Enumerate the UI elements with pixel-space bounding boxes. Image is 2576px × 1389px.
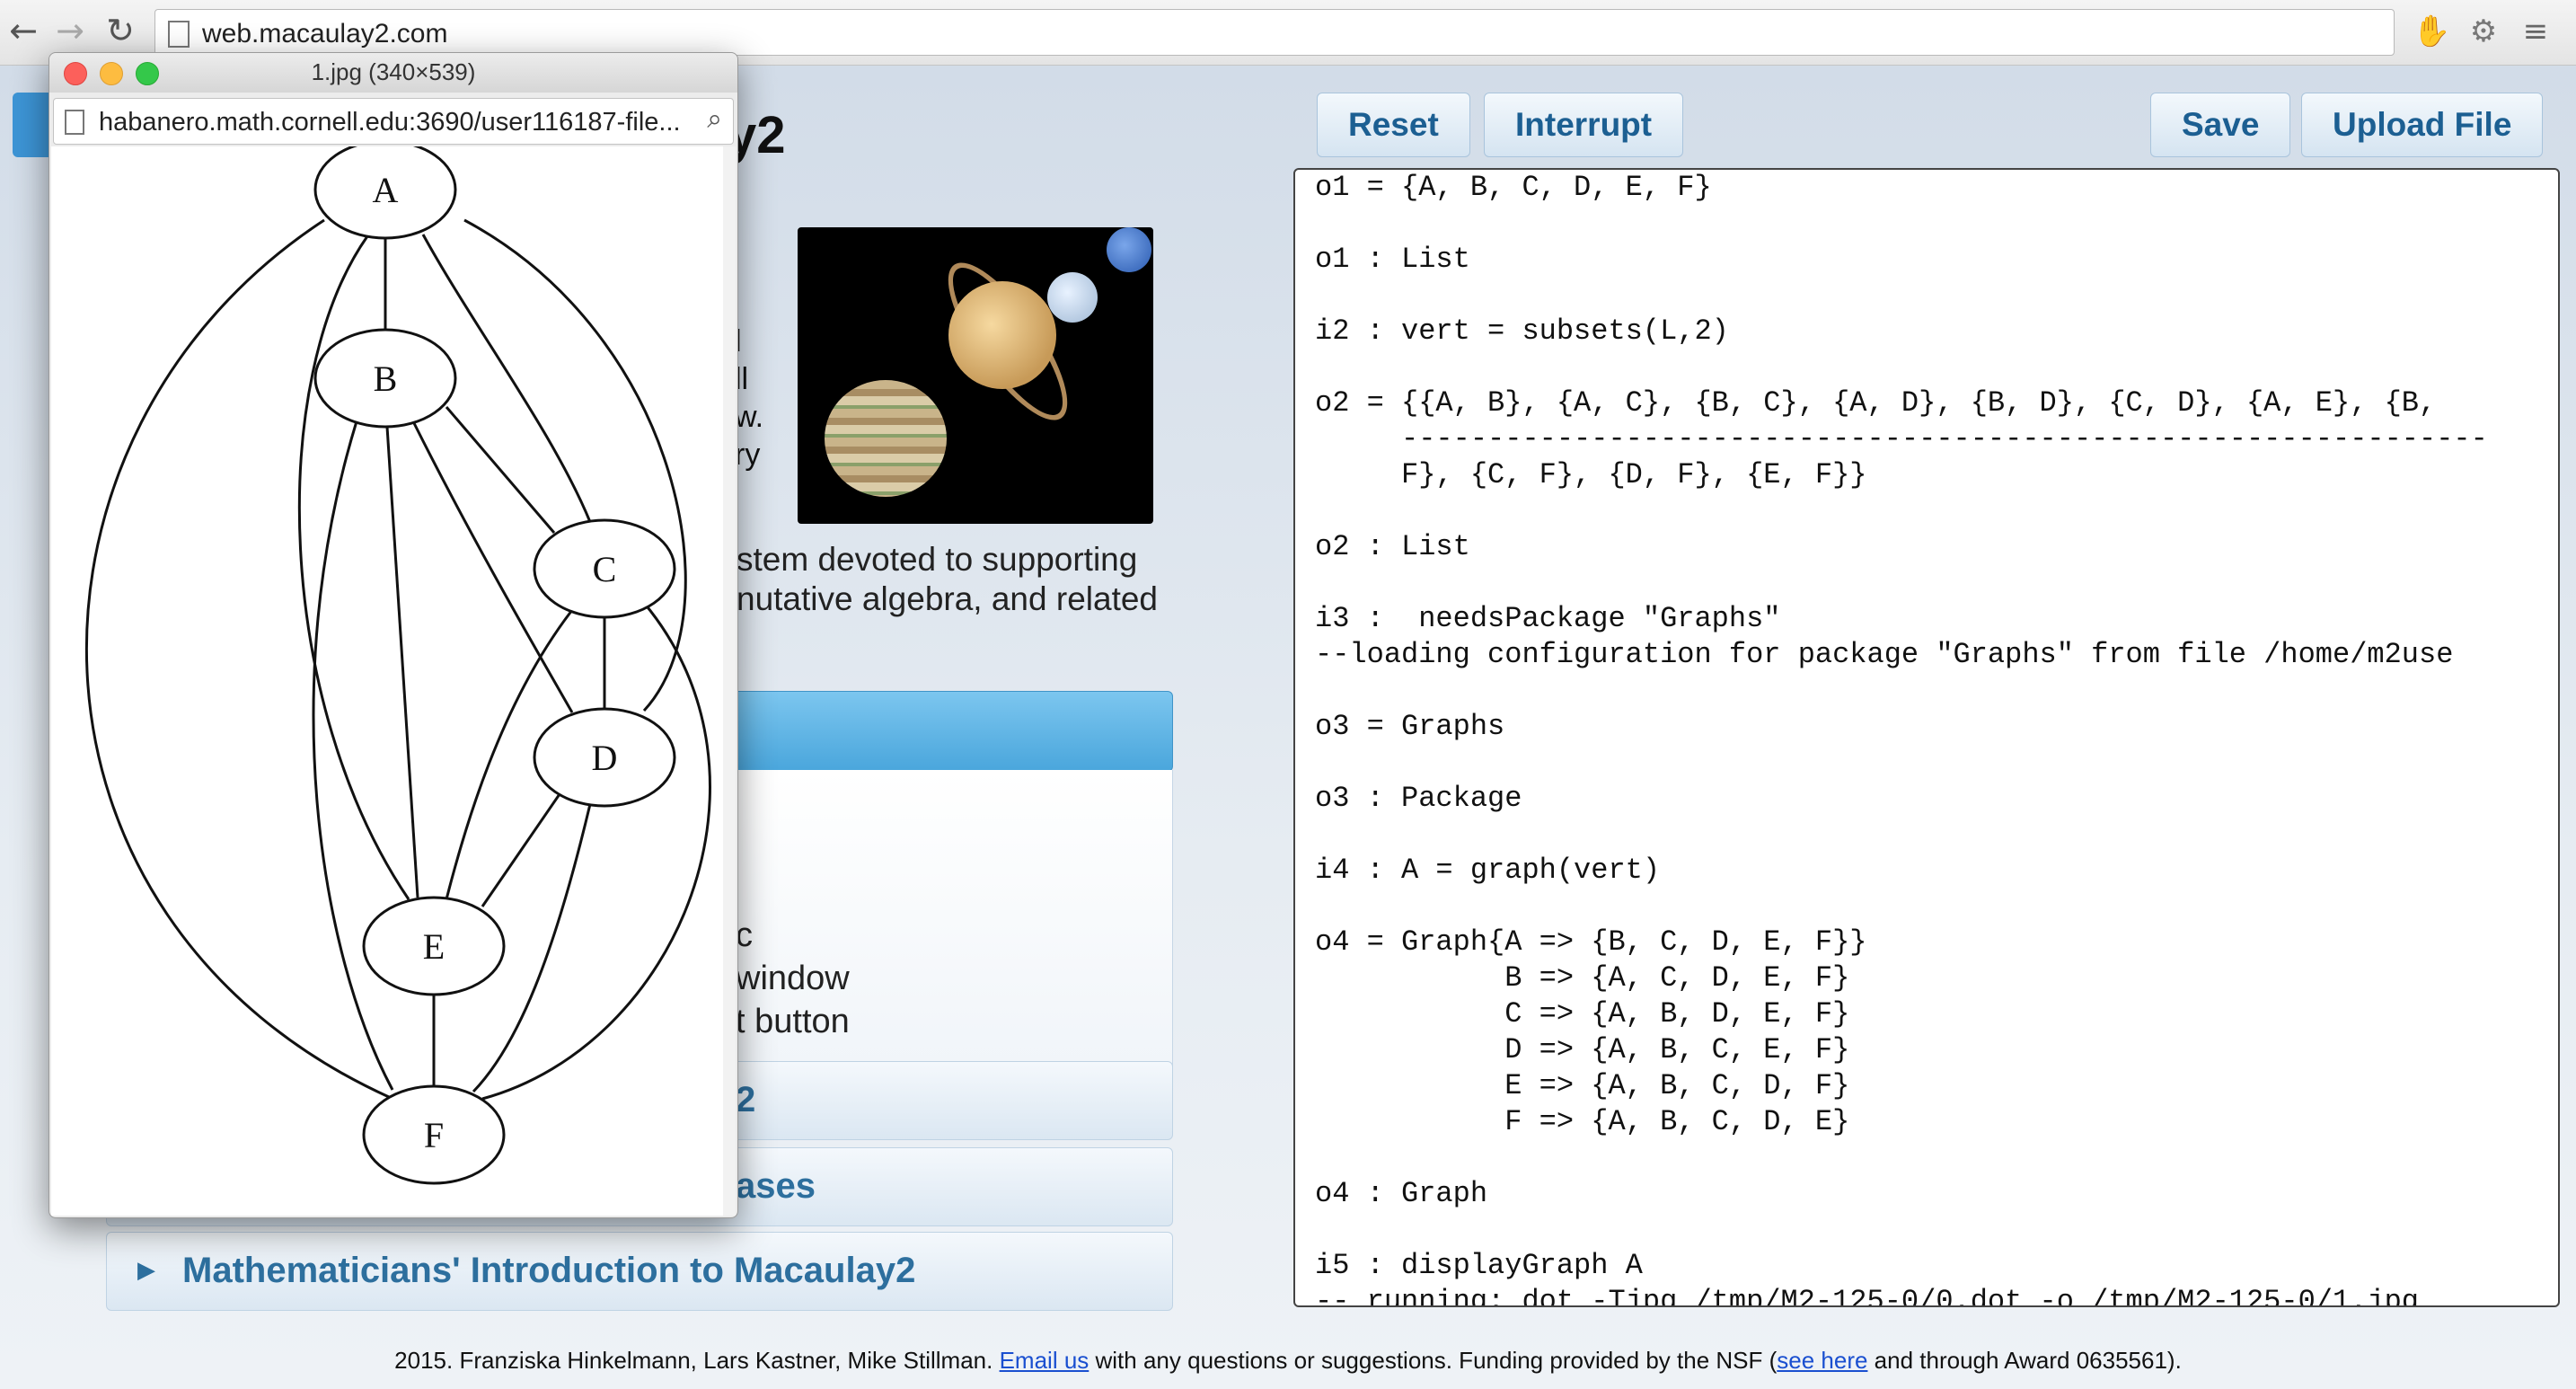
graph-node-label-B: B bbox=[374, 358, 398, 399]
triangle-right-icon: ▶ bbox=[137, 1256, 155, 1283]
see-here-link[interactable]: see here bbox=[1777, 1347, 1867, 1374]
interrupt-button[interactable]: Interrupt bbox=[1484, 93, 1684, 157]
graph-edge-D-E bbox=[481, 791, 563, 907]
address-bar[interactable]: web.macaulay2.com bbox=[154, 9, 2395, 56]
email-us-link[interactable]: Email us bbox=[1000, 1347, 1090, 1374]
reload-icon[interactable]: ↻ bbox=[101, 11, 140, 50]
graph-node-label-E: E bbox=[423, 926, 445, 967]
magnifier-icon[interactable]: ⌕ bbox=[707, 104, 722, 135]
extension-gear-icon[interactable]: ⚙ bbox=[2465, 13, 2502, 50]
popup-titlebar[interactable]: 1.jpg (340×539) bbox=[49, 53, 737, 93]
image-popup-window: 1.jpg (340×539) habanero.math.cornell.ed… bbox=[49, 52, 738, 1218]
back-arrow-icon[interactable]: ← bbox=[4, 11, 43, 50]
graph-node-label-D: D bbox=[592, 738, 618, 778]
graph-svg: A B C D E F bbox=[85, 139, 711, 1185]
graph-edge-B-E bbox=[385, 426, 419, 898]
popup-scrollbar[interactable] bbox=[723, 146, 736, 1216]
text-fragment: ry bbox=[735, 438, 761, 472]
zoom-icon[interactable] bbox=[136, 62, 159, 85]
upload-file-button[interactable]: Upload File bbox=[2301, 93, 2544, 157]
popup-url: habanero.math.cornell.edu:3690/user11618… bbox=[99, 108, 681, 137]
graph-node-label-C: C bbox=[593, 549, 617, 589]
graph-node-label-A: A bbox=[373, 170, 399, 210]
save-button[interactable]: Save bbox=[2150, 93, 2291, 157]
graph-node-label-F: F bbox=[424, 1115, 444, 1155]
popup-address-bar[interactable]: habanero.math.cornell.edu:3690/user11618… bbox=[53, 98, 734, 145]
accordion-item-mathematicians-intro[interactable]: ▶ Mathematicians' Introduction to Macaul… bbox=[106, 1232, 1173, 1311]
planets-image bbox=[798, 227, 1153, 524]
graph-image: A B C D E F bbox=[51, 139, 723, 1216]
m2-console[interactable]: o1 = {A, B, C, D, E, F} o1 : List i2 : v… bbox=[1293, 168, 2560, 1307]
close-icon[interactable] bbox=[64, 62, 87, 85]
address-url: web.macaulay2.com bbox=[202, 19, 448, 49]
adblock-extension-icon[interactable]: ✋ bbox=[2413, 13, 2450, 50]
forward-arrow-icon[interactable]: → bbox=[50, 11, 90, 50]
reset-button[interactable]: Reset bbox=[1317, 93, 1470, 157]
minimize-icon[interactable] bbox=[100, 62, 123, 85]
page-icon bbox=[65, 110, 84, 135]
graph-edge-C-F bbox=[481, 602, 711, 1101]
intro-text: stem devoted to supporting nutative alge… bbox=[737, 541, 1159, 617]
footer: 2015. Franziska Hinkelmann, Lars Kastner… bbox=[394, 1347, 2182, 1374]
console-output: o1 = {A, B, C, D, E, F} o1 : List i2 : v… bbox=[1315, 171, 2488, 1307]
page-icon bbox=[168, 21, 190, 48]
menu-icon[interactable]: ≡ bbox=[2517, 13, 2554, 50]
graph-edge-B-F bbox=[312, 420, 394, 1091]
text-fragment: w. bbox=[735, 400, 764, 434]
